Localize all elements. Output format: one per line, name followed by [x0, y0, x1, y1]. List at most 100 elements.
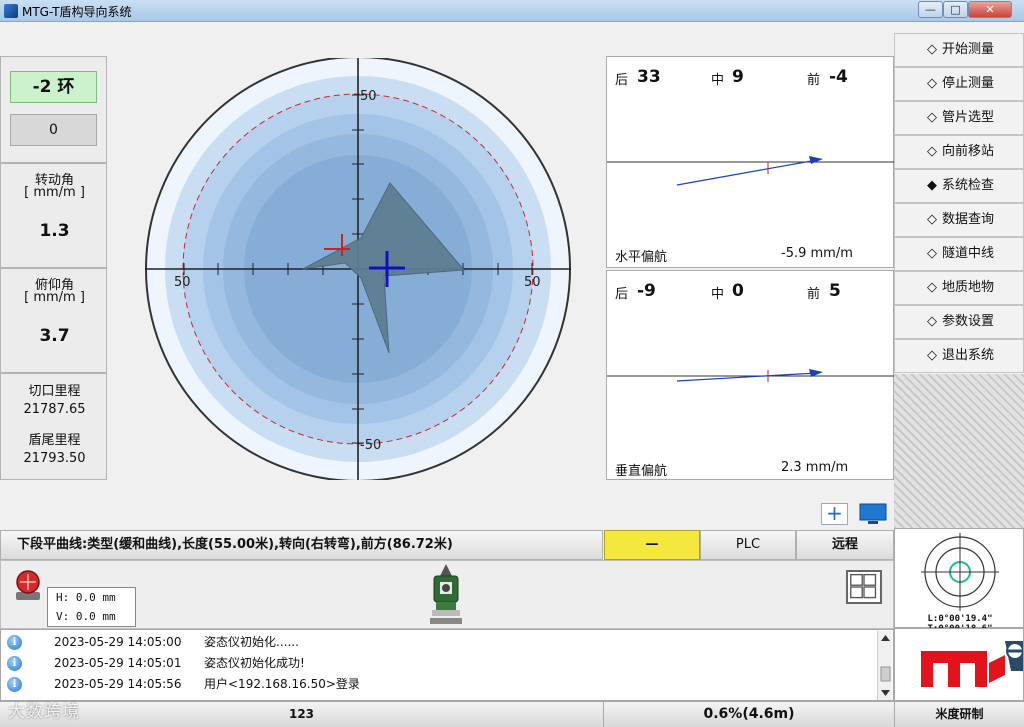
tail-mileage-value: 21793.50: [23, 451, 86, 466]
info-icon: i: [7, 677, 22, 692]
menu-label: 停止测量: [942, 76, 995, 91]
menu-mark: ◇: [927, 246, 937, 261]
log-message: 姿态仪初始化成功!: [204, 656, 305, 670]
menu-label: 隧道中线: [942, 246, 995, 261]
v-back-label: 后: [615, 287, 629, 302]
monitor-icon[interactable]: [859, 503, 887, 525]
menu-mark: ◇: [927, 212, 937, 227]
laser-target-icon[interactable]: [14, 570, 42, 602]
menu-item-move-station[interactable]: ◇ 向前移站: [894, 135, 1024, 169]
menu-item-start-measure[interactable]: ◇ 开始测量: [894, 33, 1024, 67]
menu-label: 地质地物: [942, 280, 995, 295]
title-bar: [0, 0, 1024, 22]
menu-label: 向前移站: [942, 144, 995, 159]
tail-mileage-label: 盾尾里程: [28, 433, 81, 448]
h-front-label: 前: [807, 73, 821, 88]
v-deviation-graph: [607, 369, 895, 382]
total-station-icon[interactable]: [428, 562, 464, 626]
menu-mark: ◇: [927, 314, 937, 329]
plc-button[interactable]: PLC: [700, 530, 796, 560]
attitude-compass: 50 -50 50 50: [145, 58, 571, 480]
vertical-deviation-panel: 后 -9 中 0 前 5 垂直偏航 2.3 mm/m: [606, 270, 895, 480]
menu-filler: [894, 374, 1024, 528]
h-back-value: 33: [637, 67, 661, 87]
menu-label: 管片选型: [942, 110, 995, 125]
log-row: i 2023-05-29 14:05:01 姿态仪初始化成功!: [1, 653, 877, 674]
layout-grid-icon[interactable]: [846, 570, 882, 604]
menu-label: 开始测量: [942, 42, 995, 57]
menu-item-data-query[interactable]: ◇ 数据查询: [894, 203, 1024, 237]
maximize-button[interactable]: □: [943, 1, 968, 18]
menu-item-stop-measure[interactable]: ◇ 停止测量: [894, 67, 1024, 101]
remote-button[interactable]: 远程: [796, 530, 894, 560]
status-cell-progress: 0.6%(4.6m): [603, 701, 894, 727]
menu-item-system-check[interactable]: ◆ 系统检查: [894, 169, 1024, 203]
company-logo: [921, 641, 1023, 687]
app-icon: [4, 4, 18, 18]
minimize-button[interactable]: —: [918, 1, 943, 18]
pitch-unit: [ mm/m ]: [24, 290, 85, 305]
mileage-panel: 切口里程 21787.65 盾尾里程 21793.50: [0, 373, 107, 480]
menu-label: 数据查询: [942, 212, 995, 227]
h-deviation-name: 水平偏航: [615, 250, 668, 265]
curve-info-bar: 下段平曲线:类型(缓和曲线),长度(55.00米),转向(右转弯),前方(86.…: [0, 530, 603, 560]
menu-item-tunnel-centerline[interactable]: ◇ 隧道中线: [894, 237, 1024, 271]
pitch-panel: 俯仰角 [ mm/m ] 3.7: [0, 268, 107, 373]
log-time: 2023-05-29 14:05:56: [54, 677, 182, 691]
status-cell-developer: 米度研制: [894, 701, 1024, 727]
log-message: 姿态仪初始化......: [204, 635, 299, 649]
cut-mileage-value: 21787.65: [23, 402, 86, 417]
log-row: i 2023-05-29 14:05:56 用户<192.168.16.50>登…: [1, 674, 877, 695]
watermark: 大数跨境: [8, 702, 80, 722]
menu-mark: ◇: [927, 42, 937, 57]
compass-label-left: 50: [174, 275, 191, 290]
cut-mileage-label: 切口里程: [28, 384, 81, 399]
h-offset-text: H: 0.0 mm: [56, 591, 116, 604]
status-indicator-button[interactable]: —: [604, 530, 700, 560]
rotation-value: 1.3: [39, 221, 70, 241]
pitch-value: 3.7: [39, 326, 70, 346]
h-deviation-rate: -5.9 mm/m: [781, 246, 853, 261]
ring-number: -2 环: [10, 71, 97, 103]
compass-label-bottom: -50: [360, 438, 381, 453]
menu-label: 系统检查: [942, 178, 995, 193]
log-message: 用户<192.168.16.50>登录: [204, 677, 360, 691]
menu-mark: ◇: [927, 144, 937, 159]
menu-mark: ◇: [927, 280, 937, 295]
info-icon: i: [7, 656, 22, 671]
info-icon: i: [7, 635, 22, 650]
v-deviation-name: 垂直偏航: [615, 464, 668, 479]
hv-offset-box: H: 0.0 mm V: 0.0 mm: [47, 587, 136, 627]
add-icon[interactable]: +: [821, 503, 848, 525]
h-front-value: -4: [829, 67, 848, 87]
crosshair-icon: [921, 533, 999, 611]
h-deviation-graph: [607, 156, 895, 186]
v-deviation-rate: 2.3 mm/m: [781, 460, 849, 475]
v-offset-text: V: 0.0 mm: [56, 610, 116, 623]
log-time: 2023-05-29 14:05:01: [54, 656, 182, 670]
scrollbar-arrows: [880, 635, 891, 696]
h-mid-label: 中: [711, 73, 725, 88]
window-title: MTG-T盾构导向系统: [22, 5, 132, 19]
compass-label-right: 50: [524, 275, 541, 290]
menu-item-geology[interactable]: ◇ 地质地物: [894, 271, 1024, 305]
event-log: i 2023-05-29 14:05:00 姿态仪初始化...... i 202…: [0, 629, 894, 701]
h-back-label: 后: [615, 73, 629, 88]
menu-label: 参数设置: [942, 314, 995, 329]
h-mid-value: 9: [732, 67, 744, 87]
horizontal-deviation-panel: 后 33 中 9 前 -4 水平偏航 -5.9 mm/m: [606, 56, 895, 268]
company-logo-panel: [894, 628, 1024, 701]
status-cell-count: 123: [288, 707, 315, 721]
menu-item-settings[interactable]: ◇ 参数设置: [894, 305, 1024, 339]
menu-item-segment-select[interactable]: ◇ 管片选型: [894, 101, 1024, 135]
log-row: i 2023-05-29 14:05:00 姿态仪初始化......: [1, 632, 877, 653]
menu-mark: ◇: [927, 76, 937, 91]
menu-item-exit[interactable]: ◇ 退出系统: [894, 339, 1024, 373]
menu-mark: ◇: [927, 348, 937, 363]
menu-label: 退出系统: [942, 348, 995, 363]
ring-sub-value: 0: [10, 114, 97, 146]
close-button[interactable]: ✕: [968, 1, 1012, 18]
laser-target-widget: [894, 528, 1024, 628]
rotation-panel: 转动角 [ mm/m ] 1.3: [0, 163, 107, 268]
log-scrollbar[interactable]: [877, 631, 892, 700]
